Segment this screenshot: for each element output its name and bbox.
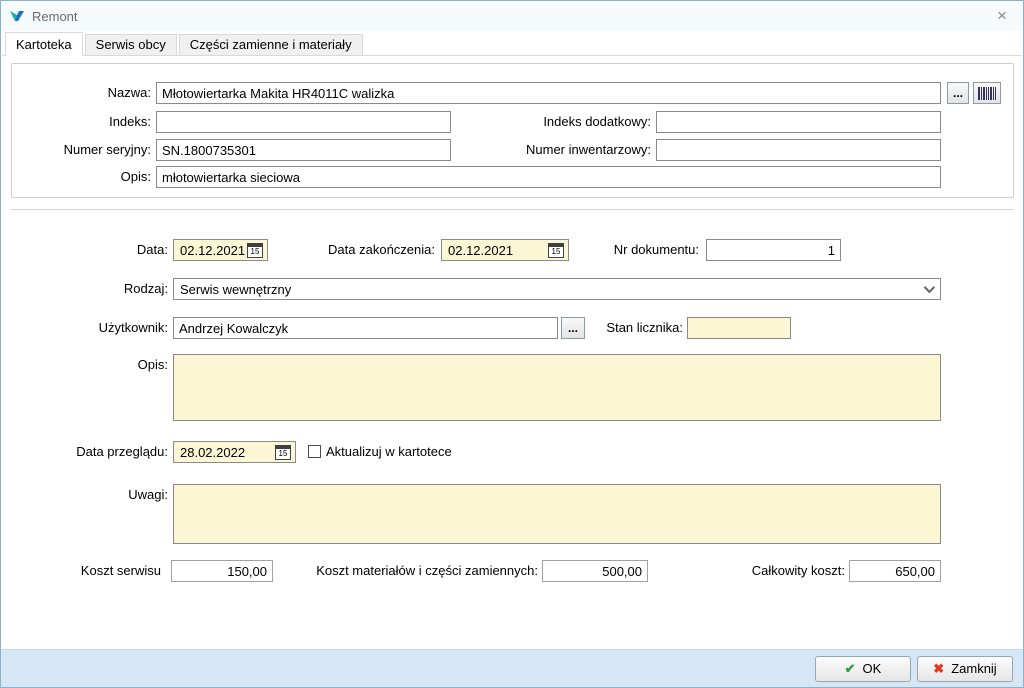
- numer-inwentarzowy-input[interactable]: [656, 139, 941, 161]
- data-zakonczenia-date-field[interactable]: 02.12.2021 15: [441, 239, 569, 261]
- data-przegladu-value: 28.02.2022: [180, 445, 275, 460]
- ok-button-label: OK: [863, 661, 882, 676]
- aktualizuj-checkbox[interactable]: [308, 445, 321, 458]
- calendar-icon[interactable]: 15: [275, 445, 291, 460]
- remont-window: Remont × Kartoteka Serwis obcy Części za…: [0, 0, 1024, 688]
- stan-licznika-label: Stan licznika:: [571, 317, 683, 339]
- uwagi-textarea[interactable]: [173, 484, 941, 544]
- rodzaj-label: Rodzaj:: [23, 278, 168, 300]
- indeks-input[interactable]: [156, 111, 451, 133]
- tab-label: Części zamienne i materiały: [190, 37, 352, 52]
- data-przegladu-date-field[interactable]: 28.02.2022 15: [173, 441, 296, 463]
- close-icon[interactable]: ×: [981, 1, 1023, 31]
- calkowity-koszt-label: Całkowity koszt:: [691, 560, 845, 582]
- nazwa-label: Nazwa:: [11, 82, 151, 104]
- tab-label: Kartoteka: [16, 37, 72, 52]
- tab-kartoteka[interactable]: Kartoteka: [5, 32, 83, 56]
- ok-button[interactable]: ✔ OK: [815, 656, 911, 682]
- stan-licznika-input[interactable]: [687, 317, 791, 339]
- data-zakonczenia-value: 02.12.2021: [448, 243, 548, 258]
- indeks-dodatkowy-input[interactable]: [656, 111, 941, 133]
- calendar-icon[interactable]: 15: [247, 243, 263, 258]
- indeks-label: Indeks:: [11, 111, 151, 133]
- x-icon: ✖: [933, 661, 944, 677]
- data-zakonczenia-label: Data zakończenia:: [291, 239, 435, 261]
- nazwa-input[interactable]: [156, 82, 941, 104]
- indeks-dodatkowy-label: Indeks dodatkowy:: [451, 111, 651, 133]
- koszt-materialow-label: Koszt materiałów i części zamiennych:: [261, 560, 538, 582]
- opis-header-label: Opis:: [11, 166, 151, 188]
- numer-seryjny-input[interactable]: [156, 139, 451, 161]
- koszt-serwisu-field[interactable]: [171, 560, 273, 582]
- app-logo-icon: [9, 8, 25, 24]
- nr-dokumentu-label: Nr dokumentu:: [561, 239, 699, 261]
- window-title: Remont: [32, 9, 78, 24]
- opis-service-label: Opis:: [23, 354, 168, 376]
- check-icon: ✔: [845, 661, 856, 677]
- data-date-field[interactable]: 02.12.2021 15: [173, 239, 268, 261]
- section-divider: [11, 209, 1014, 210]
- uzytkownik-label: Użytkownik:: [23, 317, 168, 339]
- barcode-button[interactable]: [973, 82, 1001, 104]
- numer-inwentarzowy-label: Numer inwentarzowy:: [451, 139, 651, 161]
- numer-seryjny-label: Numer seryjny:: [11, 139, 151, 161]
- opis-header-input[interactable]: [156, 166, 941, 188]
- chevron-down-icon: [924, 282, 935, 293]
- zamknij-button[interactable]: ✖ Zamknij: [917, 656, 1013, 682]
- calkowity-koszt-field[interactable]: [849, 560, 941, 582]
- nr-dokumentu-input[interactable]: [706, 239, 841, 261]
- footer-bar: ✔ OK ✖ Zamknij: [1, 649, 1023, 687]
- rodzaj-selected-value: Serwis wewnętrzny: [180, 282, 291, 297]
- data-przegladu-label: Data przeglądu:: [23, 441, 168, 463]
- opis-service-textarea[interactable]: [173, 354, 941, 421]
- data-label: Data:: [23, 239, 168, 261]
- uwagi-label: Uwagi:: [23, 484, 168, 506]
- barcode-icon: [978, 87, 996, 100]
- data-date-value: 02.12.2021: [180, 243, 247, 258]
- tab-strip: Kartoteka Serwis obcy Części zamienne i …: [2, 32, 1022, 56]
- tab-serwis-obcy[interactable]: Serwis obcy: [85, 34, 177, 55]
- nazwa-browse-button[interactable]: ...: [947, 82, 969, 104]
- aktualizuj-checkbox-label[interactable]: Aktualizuj w kartotece: [326, 441, 496, 463]
- zamknij-button-label: Zamknij: [951, 661, 997, 676]
- titlebar: Remont ×: [1, 1, 1023, 31]
- tab-label: Serwis obcy: [96, 37, 166, 52]
- koszt-materialow-field[interactable]: [542, 560, 648, 582]
- ellipsis-icon: ...: [953, 85, 963, 101]
- tab-czesci-zamienne[interactable]: Części zamienne i materiały: [179, 34, 363, 55]
- uzytkownik-input[interactable]: [173, 317, 558, 339]
- koszt-serwisu-label: Koszt serwisu: [21, 560, 161, 582]
- rodzaj-combobox[interactable]: Serwis wewnętrzny: [173, 278, 941, 300]
